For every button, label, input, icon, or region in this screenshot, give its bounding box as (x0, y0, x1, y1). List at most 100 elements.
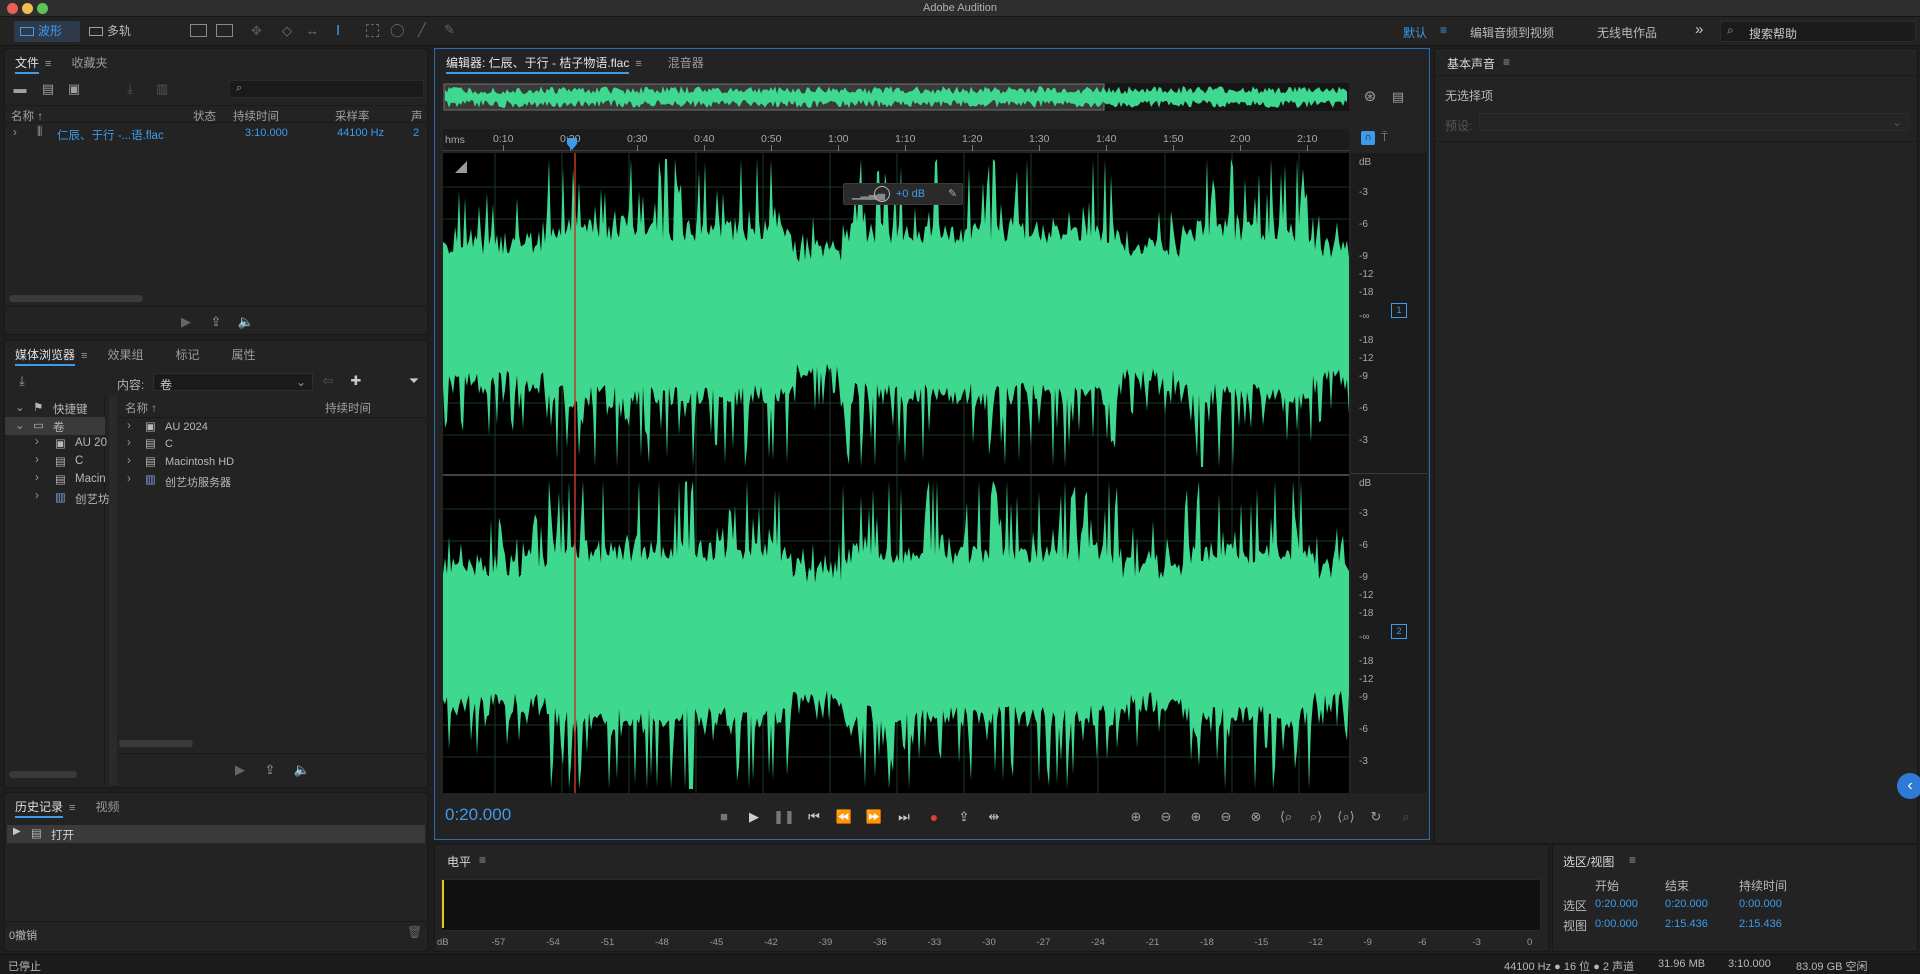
rewind-button[interactable]: ⏪ (833, 807, 855, 827)
trash-icon[interactable]: 🗑 (407, 925, 422, 939)
zoom-out-amplitude-icon[interactable]: ⊖ (1155, 807, 1177, 827)
move-tool-icon[interactable]: ✥ (251, 23, 262, 39)
list-scrollbar[interactable] (119, 740, 193, 747)
more-workspaces-button[interactable]: » (1695, 21, 1703, 38)
panel-menu-icon[interactable]: ≡ (45, 50, 51, 78)
pitch-display-icon[interactable] (216, 24, 233, 37)
collapse-panel-icon[interactable]: ‹ (1897, 773, 1920, 799)
files-scrollbar[interactable] (9, 295, 143, 302)
tree-item-volumes[interactable]: ⌄ ▭ 卷 (5, 417, 105, 435)
slip-tool-icon[interactable]: ↔ (306, 23, 319, 38)
pause-button[interactable]: ❚❚ (773, 807, 795, 827)
preset-dropdown[interactable]: ⌄ (1479, 113, 1909, 131)
loop-playback-button[interactable]: ⇪ (953, 807, 975, 827)
current-time[interactable]: 0:20.000 (445, 805, 511, 825)
zoom-selection-out-icon[interactable]: ⌕⟩ (1305, 807, 1327, 827)
content-dropdown[interactable]: 卷 ⌄ (153, 373, 313, 392)
workspace-edit-audio-to-video[interactable]: 编辑音频到视频 (1470, 24, 1554, 41)
zoom-full-icon[interactable]: ⊗ (1245, 807, 1267, 827)
import-shortcut-icon[interactable]: ⤓ (11, 371, 33, 391)
tab-mixer[interactable]: 混音器 (658, 49, 714, 77)
files-filter-input[interactable]: ⌕ (229, 80, 424, 98)
list-item[interactable]: › ▣ AU 2024 (119, 417, 427, 435)
brush-tool-icon[interactable]: ╱ (418, 22, 426, 38)
tree-item-c[interactable]: › ▤ C (5, 453, 105, 471)
fast-forward-button[interactable]: ⏩ (863, 807, 885, 827)
workspace-menu-icon[interactable]: ≡ (1440, 23, 1447, 37)
pin-icon[interactable]: ⍑ (1381, 130, 1388, 145)
panel-menu-icon[interactable]: ≡ (479, 853, 486, 867)
time-ruler[interactable]: hms 0:100:200:300:400:501:001:101:201:30… (443, 129, 1349, 151)
column-duration[interactable]: 持续时间 (325, 400, 371, 416)
workspace-default[interactable]: 默认 (1403, 24, 1427, 41)
tab-effects-rack[interactable]: 效果组 (97, 341, 153, 369)
playhead-marker-icon[interactable] (567, 138, 577, 150)
insert-icon[interactable]: ⤓ (119, 79, 141, 99)
record-button[interactable]: ● (923, 807, 945, 827)
tab-files[interactable]: 文件 ≡ (5, 49, 61, 77)
list-item[interactable]: › ▤ Macintosh HD (119, 453, 427, 471)
gain-hud[interactable]: ▁▂▃▄ +0 dB ✎ (843, 183, 963, 205)
multitrack-mode-button[interactable]: 多轨 (87, 21, 153, 42)
column-name[interactable]: 名称 ↑ (11, 108, 43, 124)
panel-menu-icon[interactable]: ≡ (635, 50, 641, 78)
selection-start[interactable]: 0:20.000 (1595, 898, 1638, 910)
tab-favorites[interactable]: 收藏夹 (61, 49, 117, 77)
razor-tool-icon[interactable]: ◇ (282, 23, 292, 39)
column-name[interactable]: 名称 ↑ (125, 400, 157, 416)
overview-strip[interactable] (443, 83, 1349, 111)
tree-item-macintosh[interactable]: › ▤ Macin (5, 471, 106, 489)
panel-menu-icon[interactable]: ≡ (69, 794, 75, 822)
preview-play-icon[interactable]: ▶ (229, 760, 251, 780)
tab-history[interactable]: 历史记录 ≡ (5, 793, 85, 821)
overview-options-icon[interactable]: ▤ (1387, 87, 1409, 107)
open-file-icon[interactable]: ▬ (9, 79, 31, 99)
file-name[interactable]: 仁辰、于行 -...语.flac (57, 127, 164, 143)
tab-editor[interactable]: 编辑器: 仁辰、于行 - 桔子物语.flac ≡ (435, 49, 652, 77)
panel-menu-icon[interactable]: ≡ (1503, 55, 1510, 69)
column-status[interactable]: 状态 (193, 108, 216, 124)
file-row[interactable]: › ⫼ 仁辰、于行 -...语.flac 3:10.000 44100 Hz 2 (5, 125, 429, 143)
snap-icon[interactable]: ∩ (1361, 131, 1375, 145)
go-to-start-button[interactable]: ⏮ (803, 807, 825, 827)
zoom-out-time-icon[interactable]: ⊖ (1215, 807, 1237, 827)
zoom-options-icon[interactable]: ⌕ (1395, 807, 1417, 827)
preview-loop-icon[interactable]: ⇪ (205, 312, 227, 332)
stop-button[interactable]: ■ (713, 807, 735, 827)
view-start[interactable]: 0:00.000 (1595, 918, 1638, 930)
history-item[interactable]: ▶ ▤ 打开 (7, 825, 425, 843)
preview-autoplay-icon[interactable]: 🔈 (291, 760, 313, 780)
column-sample-rate[interactable]: 采样率 (335, 108, 370, 124)
spectral-display-icon[interactable] (190, 24, 207, 37)
preview-autoplay-icon[interactable]: 🔈 (235, 312, 257, 332)
view-duration[interactable]: 2:15.436 (1739, 918, 1782, 930)
lasso-tool-icon[interactable]: ◯ (390, 22, 405, 38)
tree-item-server[interactable]: › ▥ 创艺坊 (5, 489, 110, 507)
column-duration[interactable]: 持续时间 (233, 108, 279, 124)
marquee-tool-icon[interactable] (366, 24, 379, 37)
tree-scrollbar[interactable] (9, 771, 77, 778)
list-item[interactable]: › ▤ C (119, 435, 427, 453)
zoom-selection-in-icon[interactable]: ⟨⌕ (1275, 807, 1297, 827)
filter-icon[interactable]: ⏷ (403, 371, 425, 391)
gain-value[interactable]: +0 dB (896, 188, 925, 200)
waveform-display[interactable] (443, 153, 1367, 793)
workspace-radio-production[interactable]: 无线电作品 (1597, 24, 1657, 41)
preview-loop-icon[interactable]: ⇪ (259, 760, 281, 780)
panel-menu-icon[interactable]: ≡ (1629, 853, 1636, 867)
spot-healing-tool-icon[interactable]: ✎ (444, 22, 455, 38)
new-file-icon[interactable]: ▣ (63, 79, 85, 99)
zoom-navigator-icon[interactable]: ⊛ (1359, 87, 1381, 107)
selection-end[interactable]: 0:20.000 (1665, 898, 1708, 910)
zoom-in-time-icon[interactable]: ⊕ (1185, 807, 1207, 827)
splitter-handle[interactable] (109, 395, 117, 785)
panel-menu-icon[interactable]: ≡ (81, 342, 87, 370)
go-to-end-button[interactable]: ⏭ (893, 807, 915, 827)
zoom-reset-icon[interactable]: ↻ (1365, 807, 1387, 827)
tab-video[interactable]: 视频 (85, 793, 129, 821)
channel-2-badge[interactable]: 2 (1391, 624, 1407, 639)
channel-1-badge[interactable]: 1 (1391, 303, 1407, 318)
waveform-mode-button[interactable]: 波形 (14, 21, 80, 42)
zoom-to-selection-icon[interactable]: ⟨⌕⟩ (1335, 807, 1357, 827)
add-shortcut-icon[interactable]: ✚ (345, 371, 367, 391)
